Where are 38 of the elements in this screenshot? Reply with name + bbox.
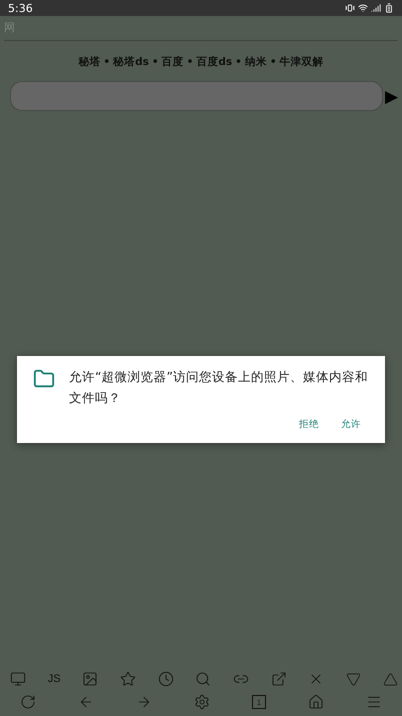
triangle-up-icon[interactable] <box>382 672 398 686</box>
dialog-message: 允许“超微浏览器”访问您设备上的照片、媒体内容和文件吗？ <box>69 368 369 407</box>
forward-arrow-icon[interactable] <box>136 694 152 710</box>
tab-count-button[interactable]: 1 <box>252 695 266 709</box>
menu-icon[interactable] <box>366 694 382 710</box>
quick-link[interactable]: 牛津双解 <box>280 55 324 69</box>
external-link-icon[interactable] <box>270 671 287 687</box>
signal-icon <box>371 3 381 13</box>
separator-dot: • <box>152 56 159 68</box>
quick-link[interactable]: 百度ds <box>196 55 232 69</box>
search-icon[interactable] <box>195 671 212 687</box>
wifi-icon <box>358 3 368 13</box>
back-arrow-icon[interactable] <box>78 694 94 710</box>
home-icon[interactable] <box>308 694 324 710</box>
search-field[interactable] <box>10 81 383 111</box>
quick-link[interactable]: 秘塔 <box>78 55 100 69</box>
go-button[interactable]: ▶ <box>385 88 398 104</box>
star-icon[interactable] <box>120 671 136 687</box>
folder-icon <box>33 368 55 390</box>
separator-dot: • <box>270 56 277 68</box>
image-icon[interactable] <box>82 671 98 687</box>
clock-icon[interactable] <box>158 671 174 687</box>
quick-link[interactable]: 纳米 <box>244 55 267 69</box>
settings-icon[interactable] <box>194 694 210 710</box>
triangle-down-icon[interactable] <box>346 672 362 686</box>
separator-dot: • <box>186 56 194 68</box>
monitor-icon[interactable] <box>10 671 26 687</box>
separator-dot: • <box>103 56 110 68</box>
separator-dot: • <box>235 56 242 68</box>
quick-link[interactable]: 秘塔ds <box>113 55 149 69</box>
vibrate-icon <box>345 3 355 13</box>
allow-button[interactable]: 允许 <box>341 418 361 431</box>
deny-button[interactable]: 拒绝 <box>299 418 319 431</box>
battery-icon <box>384 3 394 13</box>
status-time: 5:36 <box>8 2 33 14</box>
reload-icon[interactable] <box>20 694 36 710</box>
js-button[interactable]: JS <box>48 673 61 685</box>
quick-link[interactable]: 百度 <box>162 55 184 69</box>
